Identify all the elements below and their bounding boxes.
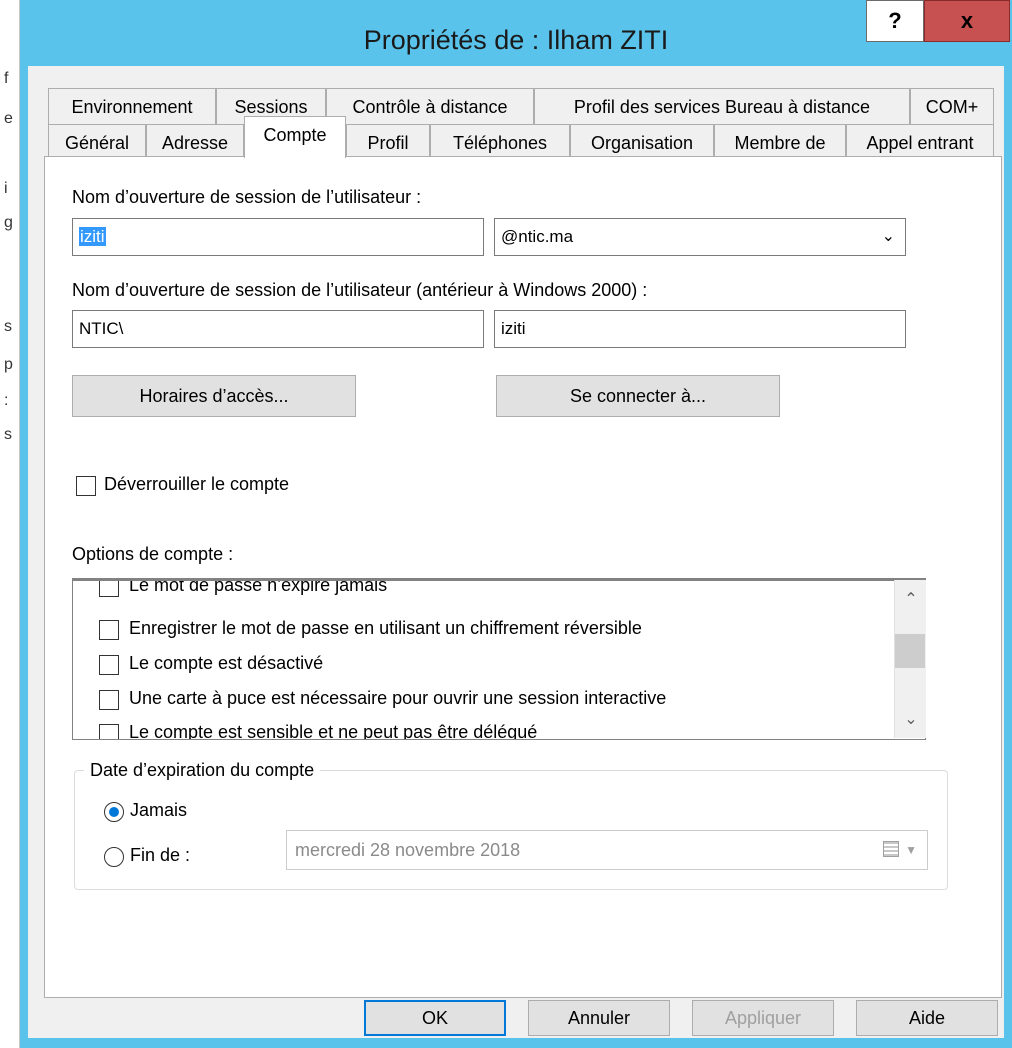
domain-prefix-field: NTIC\ [72, 310, 484, 348]
ok-button[interactable]: OK [364, 1000, 506, 1036]
option-checkbox[interactable] [99, 655, 119, 675]
apply-button: Appliquer [692, 1000, 834, 1036]
logon-pre2000-input[interactable]: iziti [494, 310, 906, 348]
logon-pre2000-label: Nom d’ouverture de session de l’utilisat… [72, 280, 648, 300]
logon-pre2000-value: iziti [501, 319, 526, 338]
option-sensitive-not-delegated: Le compte est sensible et ne peut pas êt… [129, 722, 538, 740]
account-options-label: Options de compte : [72, 544, 234, 564]
account-options-list[interactable]: Le mot de passe n’expire jamais Enregist… [72, 578, 926, 740]
cancel-button[interactable]: Annuler [528, 1000, 670, 1036]
help-button[interactable]: Aide [856, 1000, 998, 1036]
logon-name-value: iziti [79, 227, 106, 246]
option-smart-card-required: Une carte à puce est nécessaire pour ouv… [129, 688, 667, 708]
option-checkbox[interactable] [99, 581, 119, 597]
option-reversible-encryption: Enregistrer le mot de passe en utilisant… [129, 618, 642, 638]
expire-end-label: Fin de : [130, 845, 191, 865]
option-password-never-expires: Le mot de passe n’expire jamais [129, 578, 388, 595]
scrollbar-thumb[interactable] [895, 634, 925, 668]
chevron-down-icon: ⌄ [881, 228, 895, 245]
unlock-account-checkbox[interactable] [76, 476, 96, 496]
upn-suffix-dropdown[interactable]: @ntic.ma ⌄ [494, 218, 906, 256]
scroll-up-icon[interactable]: ⌃ [895, 584, 927, 616]
expire-end-radio[interactable] [104, 847, 124, 867]
log-on-to-button[interactable]: Se connecter à... [496, 375, 780, 417]
option-account-disabled: Le compte est désactivé [129, 653, 324, 673]
scroll-down-icon[interactable]: ⌄ [895, 704, 927, 736]
expire-never-label: Jamais [130, 800, 188, 820]
option-checkbox[interactable] [99, 690, 119, 710]
expire-never-radio[interactable] [104, 802, 124, 822]
option-checkbox[interactable] [99, 620, 119, 640]
dropdown-arrow-icon: ▼ [905, 843, 917, 857]
upn-suffix-value: @ntic.ma [501, 227, 574, 246]
calendar-icon [883, 841, 899, 857]
logon-name-label: Nom d’ouverture de session de l’utilisat… [72, 187, 422, 207]
unlock-account-label: Déverrouiller le compte [104, 474, 290, 494]
expiration-legend: Date d’expiration du compte [84, 760, 321, 781]
expiration-date-picker: mercredi 28 novembre 2018 ▼ [286, 830, 928, 870]
option-checkbox[interactable] [99, 724, 119, 739]
logon-hours-button[interactable]: Horaires d’accès... [72, 375, 356, 417]
domain-prefix-value: NTIC\ [79, 319, 124, 338]
logon-name-input[interactable]: iziti [72, 218, 484, 256]
expiration-date-value: mercredi 28 novembre 2018 [295, 840, 521, 860]
